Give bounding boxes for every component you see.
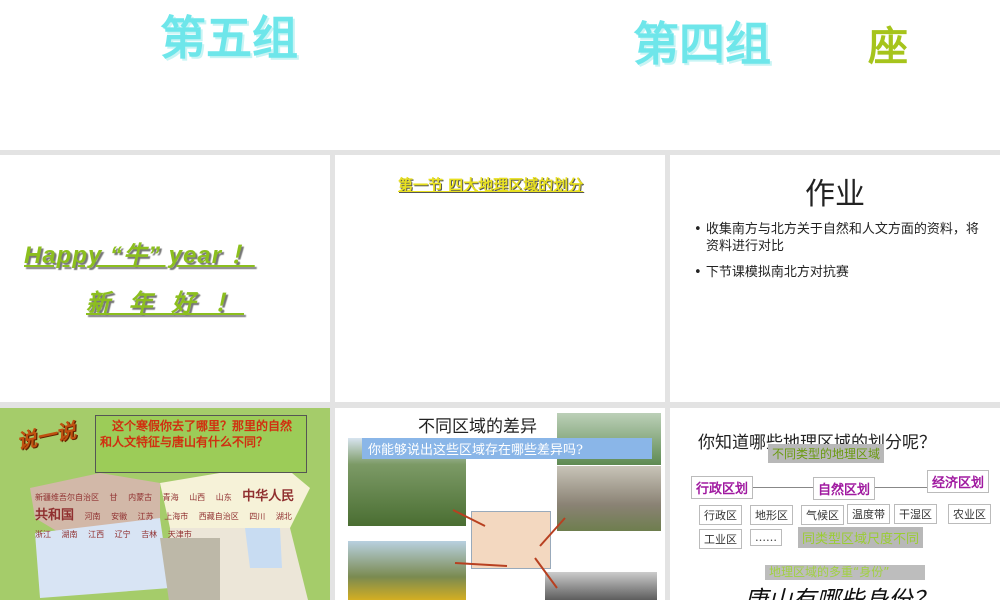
map-label: 山东	[215, 493, 232, 502]
slide-top-left[interactable]: 第五组 第四组 座	[0, 0, 1000, 150]
category-economic: 经济区划	[927, 470, 990, 493]
homework-title: 作业	[805, 177, 865, 212]
section-title: 第一节 四大地理区域的划分	[398, 176, 584, 194]
arrows	[452, 509, 566, 589]
map-label: 内蒙古	[128, 493, 153, 502]
bullet-text: 下节课模拟南北方对抗赛	[705, 265, 849, 280]
identity-box: 地理区域的多重“身份”	[765, 565, 925, 580]
greeting-line2: 新 年 好 ！	[86, 290, 245, 317]
map-labels: 新疆维吾尔自治区 甘 内蒙古 青海 山西 山东 中华人民共和国 河南 安徽 江苏…	[35, 488, 305, 544]
category-natural: 自然区划	[813, 477, 876, 500]
slide-section-title[interactable]: 第一节 四大地理区域的划分	[335, 155, 665, 402]
map-label: 湖南	[61, 530, 78, 539]
item-box: 工业区	[699, 529, 742, 549]
map-label: 山西	[189, 493, 206, 502]
item-box: 地形区	[750, 505, 793, 525]
item-box: 温度带	[847, 504, 890, 524]
map-label: 河南	[84, 512, 101, 521]
type-box: 不同类型的地理区域	[768, 444, 885, 463]
item-box: ……	[750, 529, 782, 546]
map-label: 浙江	[35, 530, 51, 539]
map-label: 江西	[88, 530, 105, 539]
map-label: 吉林	[141, 530, 158, 539]
map-label: 安徽	[111, 512, 128, 521]
map-label: 湖北	[275, 512, 292, 521]
slide-regional-differences[interactable]: 不同区域的差异 你能够说出这些区域存在哪些差异吗?	[335, 408, 665, 600]
map-label: 上海市	[164, 512, 189, 521]
seat-label: 座	[868, 24, 908, 70]
homework-bullet: • 收集南方与北方关于自然和人文方面的资料，将资料进行对比	[694, 222, 979, 254]
map-label: 新疆维吾尔自治区	[35, 493, 99, 502]
item-box: 行政区	[699, 505, 742, 525]
map-label: 青海	[162, 493, 179, 502]
scale-box: 同类型区域尺度不同	[798, 527, 924, 548]
slide-map-discussion[interactable]: 新疆维吾尔自治区 甘 内蒙古 青海 山西 山东 中华人民共和国 河南 安徽 江苏…	[0, 408, 330, 600]
question-box: 这个寒假你去了哪里？那里的自然和人文特征与唐山有什么不同？	[95, 415, 307, 473]
item-box: 气候区	[801, 505, 844, 525]
group5-label: 第五组	[160, 11, 298, 65]
map-label: 江苏	[137, 512, 154, 521]
bottom-question: 唐山有哪些身份？	[744, 586, 936, 600]
homework-bullet: • 下节课模拟南北方对抗赛	[694, 265, 849, 280]
group4-label: 第四组	[633, 17, 771, 71]
category-admin: 行政区划	[691, 476, 754, 499]
map-label: 天津市	[167, 530, 192, 539]
slide-happy-new-year[interactable]: Happy “牛” year ！ 新 年 好 ！	[0, 155, 330, 402]
slide-homework[interactable]: 作业 • 收集南方与北方关于自然和人文方面的资料，将资料进行对比 • 下节课模拟…	[670, 155, 1000, 402]
greeting-line1: Happy “牛” year ！	[24, 242, 255, 269]
item-box: 农业区	[948, 504, 991, 524]
map-label: 四川	[249, 512, 266, 521]
slide-region-divisions[interactable]: 你知道哪些地理区域的划分呢？ 不同类型的地理区域 行政区划 自然区划 经济区划 …	[670, 408, 1000, 600]
bullet-text: 收集南方与北方关于自然和人文方面的资料，将资料进行对比	[705, 222, 979, 254]
item-box: 干湿区	[894, 504, 937, 524]
map-label: 辽宁	[114, 530, 131, 539]
map-label: 甘	[109, 493, 118, 502]
map-label: 西藏自治区	[198, 512, 239, 521]
